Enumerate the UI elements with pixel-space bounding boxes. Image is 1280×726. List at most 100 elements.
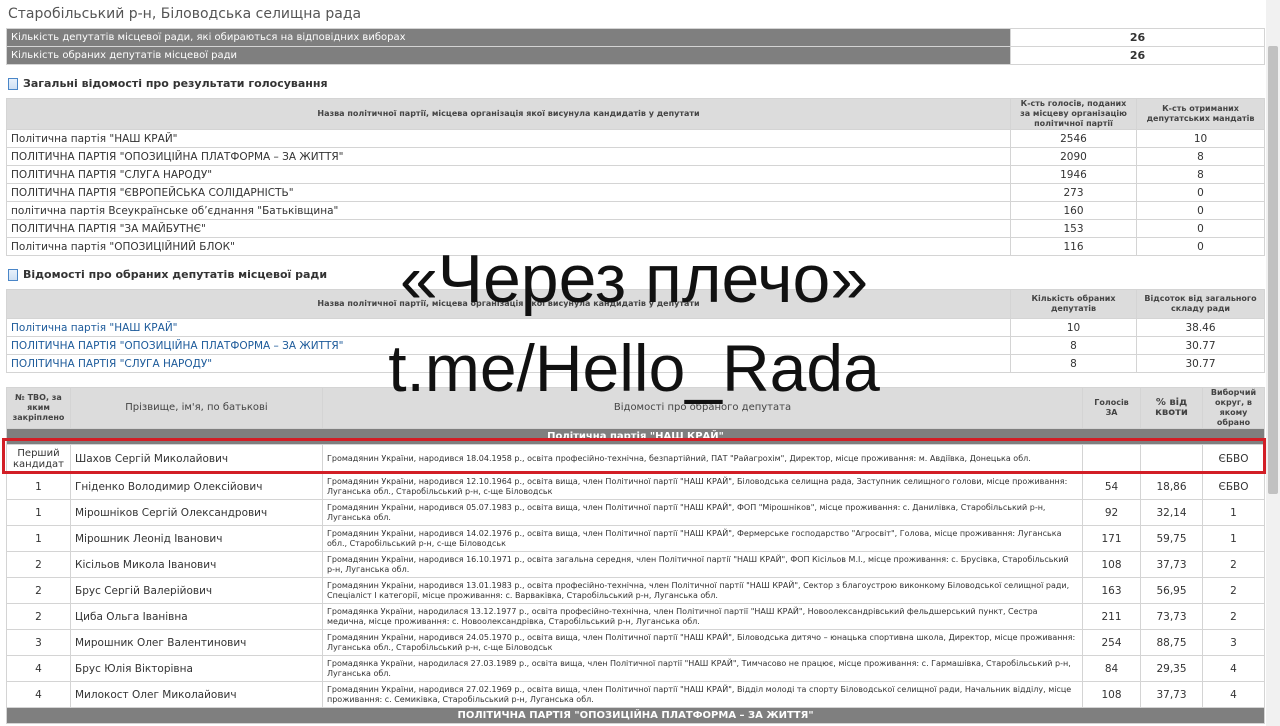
results-page: Старобільський р-н, Біловодська селищна … bbox=[6, 0, 1265, 724]
column-header: Виборчий округ, в якому обрано bbox=[1202, 387, 1265, 429]
votes-cell: 273 bbox=[1010, 183, 1137, 202]
quota-cell: 29,35 bbox=[1140, 655, 1203, 682]
table-row: 2 Кісільов Микола Іванович Громадянин Укра… bbox=[6, 551, 1265, 578]
tvo-cell: 2 bbox=[6, 551, 71, 578]
deputy-name: Брус Сергій Валерійович bbox=[70, 577, 323, 604]
party-name: ПОЛІТИЧНА ПАРТІЯ "ЗА МАЙБУТНЄ" bbox=[6, 219, 1011, 238]
deputy-name: Мірошніков Сергій Олександрович bbox=[70, 499, 323, 526]
quota-cell: 88,75 bbox=[1140, 629, 1203, 656]
elected-title: Відомості про обраних депутатів місцевої… bbox=[23, 268, 328, 281]
tvo-cell: 1 bbox=[6, 473, 71, 500]
column-header: Назва політичної партії, місцева організ… bbox=[6, 98, 1011, 130]
party-name: Політична партія "ОПОЗИЦІЙНИЙ БЛОК" bbox=[6, 237, 1011, 256]
party-name: політична партія Всеукраїнське об’єднанн… bbox=[6, 201, 1011, 220]
summary-table: Кількість депутатів місцевої ради, які о… bbox=[6, 28, 1265, 65]
votes-cell: 2090 bbox=[1010, 147, 1137, 166]
mandates-cell: 10 bbox=[1136, 129, 1265, 148]
column-header: Назва політичної партії, місцева організ… bbox=[6, 289, 1011, 319]
district-cell: ЄБВО bbox=[1202, 473, 1265, 500]
column-header: К-сть отриманих депутатських мандатів bbox=[1136, 98, 1265, 130]
party-link[interactable]: Політична партія "НАШ КРАЙ" bbox=[6, 318, 1011, 337]
region-title: Старобільський р-н, Біловодська селищна … bbox=[8, 6, 362, 22]
district-cell: 2 bbox=[1202, 551, 1265, 578]
quota-cell: 32,14 bbox=[1140, 499, 1203, 526]
district-cell: ЄБВО bbox=[1202, 444, 1265, 474]
votes-cell: 160 bbox=[1010, 201, 1137, 220]
percent-cell: 38.46 bbox=[1136, 318, 1265, 337]
district-cell: 1 bbox=[1202, 499, 1265, 526]
votes-cell: 54 bbox=[1082, 473, 1141, 500]
deputy-info: Громадянин України, народився 05.07.1983… bbox=[322, 499, 1083, 526]
party-name: ПОЛІТИЧНА ПАРТІЯ "СЛУГА НАРОДУ" bbox=[6, 165, 1011, 184]
votes-cell: 163 bbox=[1082, 577, 1141, 604]
table-row: ПОЛІТИЧНА ПАРТІЯ "ЄВРОПЕЙСЬКА СОЛІДАРНІС… bbox=[6, 183, 1265, 202]
column-header: К-сть голосів, поданих за місцеву органі… bbox=[1010, 98, 1137, 130]
table-row: ПОЛІТИЧНА ПАРТІЯ "ОПОЗИЦІЙНА ПЛАТФОРМА –… bbox=[6, 336, 1265, 355]
voting-table: Назва політичної партії, місцева організ… bbox=[6, 98, 1265, 256]
column-header: Відомості про обраного депутата bbox=[322, 387, 1083, 429]
column-header: Голосів ЗА bbox=[1082, 387, 1141, 429]
summary-value: 26 bbox=[1010, 28, 1265, 47]
elected-header-row: Назва політичної партії, місцева організ… bbox=[6, 289, 1265, 319]
table-row: 1 Мірошніков Сергій Олександрович Громадян… bbox=[6, 499, 1265, 526]
party-group-title: ПОЛІТИЧНА ПАРТІЯ "ОПОЗИЦІЙНА ПЛАТФОРМА –… bbox=[6, 707, 1265, 724]
table-row: ПОЛІТИЧНА ПАРТІЯ "ОПОЗИЦІЙНА ПЛАТФОРМА –… bbox=[6, 147, 1265, 166]
tvo-cell: 2 bbox=[6, 603, 71, 630]
scrollbar-thumb[interactable] bbox=[1268, 46, 1278, 494]
summary-row: Кількість обраних депутатів місцевої рад… bbox=[6, 46, 1265, 65]
party-group-title: Політична партія "НАШ КРАЙ" bbox=[6, 428, 1265, 445]
table-row: 2 Циба Ольга Іванівна Громадянка України, … bbox=[6, 603, 1265, 630]
table-row: 3 Мирошник Олег Валентинович Громадянин Ук… bbox=[6, 629, 1265, 656]
deputy-name: Милокост Олег Миколайович bbox=[70, 681, 323, 708]
party-group-row: Політична партія "НАШ КРАЙ" bbox=[6, 428, 1265, 445]
count-cell: 8 bbox=[1010, 354, 1137, 373]
quota-cell: 37,73 bbox=[1140, 551, 1203, 578]
votes-cell: 116 bbox=[1010, 237, 1137, 256]
votes-cell: 254 bbox=[1082, 629, 1141, 656]
count-cell: 8 bbox=[1010, 336, 1137, 355]
deputy-info: Громадянка України, народилася 27.03.198… bbox=[322, 655, 1083, 682]
count-cell: 10 bbox=[1010, 318, 1137, 337]
deputy-name: Мірошник Леонід Іванович bbox=[70, 525, 323, 552]
table-row: 1 Мірошник Леонід Іванович Громадянин Укра… bbox=[6, 525, 1265, 552]
table-row: Політична партія "НАШ КРАЙ" 2546 10 bbox=[6, 129, 1265, 148]
table-row: 4 Брус Юлія Вікторівна Громадянка України,… bbox=[6, 655, 1265, 682]
mandates-cell: 8 bbox=[1136, 165, 1265, 184]
deputy-info: Громадянин України, народився 12.10.1964… bbox=[322, 473, 1083, 500]
district-cell: 4 bbox=[1202, 655, 1265, 682]
votes-cell: 84 bbox=[1082, 655, 1141, 682]
deputy-name: Циба Ольга Іванівна bbox=[70, 603, 323, 630]
votes-cell: 211 bbox=[1082, 603, 1141, 630]
table-row: ПОЛІТИЧНА ПАРТІЯ "СЛУГА НАРОДУ" 8 30.77 bbox=[6, 354, 1265, 373]
document-icon bbox=[8, 77, 18, 90]
deputy-name: Шахов Сергій Миколайович bbox=[70, 444, 323, 474]
vertical-scrollbar[interactable] bbox=[1266, 0, 1280, 726]
deputy-info: Громадянин України, народився 27.02.1969… bbox=[322, 681, 1083, 708]
votes-cell: 171 bbox=[1082, 525, 1141, 552]
percent-cell: 30.77 bbox=[1136, 354, 1265, 373]
party-link[interactable]: ПОЛІТИЧНА ПАРТІЯ "СЛУГА НАРОДУ" bbox=[6, 354, 1011, 373]
deputy-name: Кісільов Микола Іванович bbox=[70, 551, 323, 578]
district-cell: 2 bbox=[1202, 603, 1265, 630]
deputy-info: Громадянка України, народилася 13.12.197… bbox=[322, 603, 1083, 630]
party-link[interactable]: ПОЛІТИЧНА ПАРТІЯ "ОПОЗИЦІЙНА ПЛАТФОРМА –… bbox=[6, 336, 1011, 355]
table-row: ПОЛІТИЧНА ПАРТІЯ "СЛУГА НАРОДУ" 1946 8 bbox=[6, 165, 1265, 184]
quota-cell: 56,95 bbox=[1140, 577, 1203, 604]
deputy-name: Мирошник Олег Валентинович bbox=[70, 629, 323, 656]
district-cell: 2 bbox=[1202, 577, 1265, 604]
quota-cell: 59,75 bbox=[1140, 525, 1203, 552]
votes-cell: 2546 bbox=[1010, 129, 1137, 148]
party-name: Політична партія "НАШ КРАЙ" bbox=[6, 129, 1011, 148]
deputies-header-row: № ТВО, за яким закріплено Прізвище, ім'я… bbox=[6, 387, 1265, 429]
deputy-name: Гніденко Володимир Олексійович bbox=[70, 473, 323, 500]
table-row: 2 Брус Сергій Валерійович Громадянин Украї… bbox=[6, 577, 1265, 604]
table-row: 4 Милокост Олег Миколайович Громадянин Укр… bbox=[6, 681, 1265, 708]
column-header: Кількість обраних депутатів bbox=[1010, 289, 1137, 319]
votes-cell: 92 bbox=[1082, 499, 1141, 526]
mandates-cell: 0 bbox=[1136, 219, 1265, 238]
tvo-cell: 3 bbox=[6, 629, 71, 656]
votes-cell: 153 bbox=[1010, 219, 1137, 238]
voting-title: Загальні відомості про результати голосу… bbox=[23, 77, 328, 90]
table-row: Політична партія "НАШ КРАЙ" 10 38.46 bbox=[6, 318, 1265, 337]
quota-cell bbox=[1140, 444, 1203, 474]
